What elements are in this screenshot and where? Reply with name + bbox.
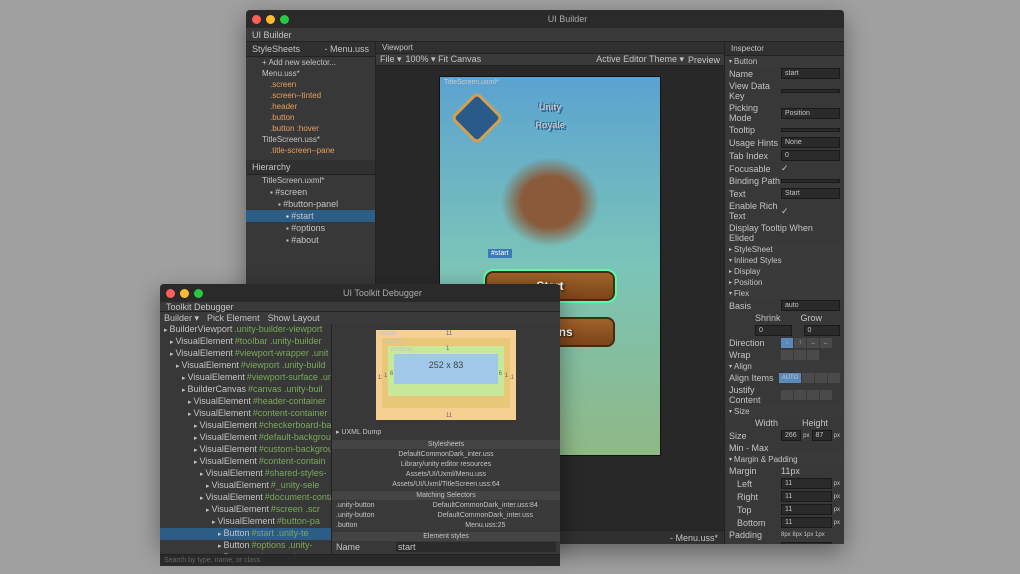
selector-item[interactable]: .header: [246, 101, 375, 112]
hierarchy-item-start[interactable]: ▪ #start: [246, 210, 375, 222]
selector-item[interactable]: .screen: [246, 79, 375, 90]
tooltip-field[interactable]: [781, 128, 840, 132]
tree-row[interactable]: ▸ VisualElement #content-container: [160, 408, 331, 420]
stylesheet-section[interactable]: StyleSheet: [725, 244, 844, 255]
tree-row[interactable]: ▸ VisualElement #toolbar .unity-builder: [160, 336, 331, 348]
display-section[interactable]: Display: [725, 266, 844, 277]
tab-ui-builder[interactable]: UI Builder: [252, 30, 292, 40]
viewport-toolbar: File ▾ 100% ▾ Fit Canvas Active Editor T…: [376, 54, 724, 66]
window-title: UI Builder: [297, 14, 838, 24]
character-art: [500, 157, 600, 247]
hierarchy-item[interactable]: ▪ #button-panel: [246, 198, 375, 210]
selector-item[interactable]: .title-screen--pane: [246, 145, 375, 156]
box-model: margin 11 11 11 11 border 1 1 padding 6 …: [376, 330, 516, 420]
tree-row[interactable]: ▸ BuilderCanvas #canvas .unity-buil: [160, 384, 331, 396]
name-field[interactable]: start: [781, 68, 840, 79]
pick-element-button[interactable]: Pick Element: [207, 313, 260, 323]
tree-row[interactable]: ▸ VisualElement #viewport .unity-build: [160, 360, 331, 372]
preview-button[interactable]: Preview: [688, 55, 720, 65]
hierarchy-item[interactable]: ▪ #options: [246, 222, 375, 234]
selector-item[interactable]: .button: [246, 112, 375, 123]
builder-toolbar: UI Builder: [246, 28, 844, 42]
align-section[interactable]: Align: [725, 361, 844, 372]
debugger-window: UI Toolkit Debugger Toolkit Debugger Bui…: [160, 284, 560, 544]
tabindex-field[interactable]: 0: [781, 150, 840, 161]
hierarchy-item[interactable]: ▪ #about: [246, 234, 375, 246]
file-menu[interactable]: File ▾: [380, 54, 402, 65]
tree-row[interactable]: ▸ VisualElement #shared-styles-: [160, 468, 331, 480]
add-selector[interactable]: + Add new selector...: [246, 57, 375, 68]
game-title: UnityRoyale: [535, 95, 565, 131]
minimize-icon[interactable]: [180, 289, 189, 298]
file-tab[interactable]: TitleScreen.uxml*: [444, 79, 499, 86]
close-icon[interactable]: [252, 15, 261, 24]
tree-row[interactable]: ▸ VisualElement #viewport-surface .unit: [160, 372, 331, 384]
hierarchy-header[interactable]: Hierarchy: [246, 160, 375, 175]
debugger-toolbar: Builder ▾ Pick Element Show Layout: [160, 312, 560, 324]
selector-item[interactable]: .screen--tinted: [246, 90, 375, 101]
size-section[interactable]: Size: [725, 406, 844, 417]
picking-dropdown[interactable]: Position: [781, 108, 840, 119]
hierarchy-root[interactable]: TitleScreen.uxml*: [246, 175, 375, 186]
maximize-icon[interactable]: [194, 289, 203, 298]
dir-btn[interactable]: ↓: [781, 338, 793, 348]
uss-file[interactable]: TitleScreen.uss*: [246, 134, 375, 145]
tab-debugger[interactable]: Toolkit Debugger: [166, 302, 234, 312]
selector-item[interactable]: .button :hover: [246, 123, 375, 134]
inspector-header: Inspector: [725, 42, 844, 56]
tree-row[interactable]: ▸ VisualElement #screen .scr: [160, 504, 331, 516]
viewport-header: Viewport: [376, 42, 724, 54]
button-section[interactable]: Button: [725, 56, 844, 67]
minimize-icon[interactable]: [266, 15, 275, 24]
element-tree[interactable]: ▸ BuilderViewport .unity-builder-viewpor…: [160, 324, 332, 554]
selection-label: #start: [488, 249, 512, 258]
tree-row[interactable]: ▸ VisualElement #_unity-sele: [160, 480, 331, 492]
show-layout-button[interactable]: Show Layout: [268, 313, 320, 323]
tree-row[interactable]: ▸ VisualElement #checkerboard-ba: [160, 420, 331, 432]
tree-row[interactable]: ▸ Button #options .unity-: [160, 540, 331, 552]
maximize-icon[interactable]: [280, 15, 289, 24]
debugger-details: margin 11 11 11 11 border 1 1 padding 6 …: [332, 324, 560, 554]
element-styles-header: Element styles: [332, 532, 560, 541]
text-field[interactable]: Start: [781, 188, 840, 199]
margin-section[interactable]: Margin & Padding: [725, 454, 844, 465]
tree-row[interactable]: ▸ VisualElement #viewport-wrapper .unit: [160, 348, 331, 360]
search-input[interactable]: Search by type, name, or class: [160, 554, 560, 566]
uxml-dump[interactable]: ▸ UXML Dump: [332, 426, 560, 438]
close-icon[interactable]: [166, 289, 175, 298]
inlined-section[interactable]: Inlined Styles: [725, 255, 844, 266]
tree-row[interactable]: ▸ VisualElement #content-contain: [160, 456, 331, 468]
binding-field[interactable]: [781, 179, 840, 183]
zoom-fit[interactable]: 100% ▾ Fit Canvas: [406, 54, 482, 65]
stylesheets-header[interactable]: StyleSheets - Menu.uss: [246, 42, 375, 57]
tree-row[interactable]: ▸ Button #about .unity-te: [160, 552, 331, 554]
tree-row[interactable]: ▸ VisualElement #default-backgrou: [160, 432, 331, 444]
theme-dropdown[interactable]: Active Editor Theme ▾: [596, 54, 684, 65]
richtext-checkbox[interactable]: ✓: [781, 206, 789, 217]
titlebar[interactable]: UI Builder: [246, 10, 844, 28]
tree-row[interactable]: ▸ BuilderViewport .unity-builder-viewpor…: [160, 324, 331, 336]
builder-dropdown[interactable]: Builder ▾: [164, 313, 199, 324]
tree-row[interactable]: ▸ VisualElement #custom-backgrou: [160, 444, 331, 456]
stylesheets-header: Stylesheets: [332, 440, 560, 449]
tree-row[interactable]: ▸ VisualElement #document-conta: [160, 492, 331, 504]
inspector: Inspector Button Namestart View Data Key…: [724, 42, 844, 544]
tree-row[interactable]: ▸ Button #start .unity-te: [160, 528, 331, 540]
tree-row[interactable]: ▸ VisualElement #button-pa: [160, 516, 331, 528]
vdk-field[interactable]: [781, 89, 840, 93]
titlebar[interactable]: UI Toolkit Debugger: [160, 284, 560, 302]
window-title: UI Toolkit Debugger: [211, 288, 554, 298]
uss-file[interactable]: Menu.uss*: [246, 68, 375, 79]
focusable-checkbox[interactable]: ✓: [781, 163, 789, 174]
matching-header: Matching Selectors: [332, 491, 560, 500]
usage-dropdown[interactable]: None: [781, 137, 840, 148]
tree-row[interactable]: ▸ VisualElement #header-container: [160, 396, 331, 408]
unity-logo-icon: [450, 91, 504, 145]
flex-section[interactable]: Flex: [725, 288, 844, 299]
hierarchy-item[interactable]: ▪ #screen: [246, 186, 375, 198]
position-section[interactable]: Position: [725, 277, 844, 288]
